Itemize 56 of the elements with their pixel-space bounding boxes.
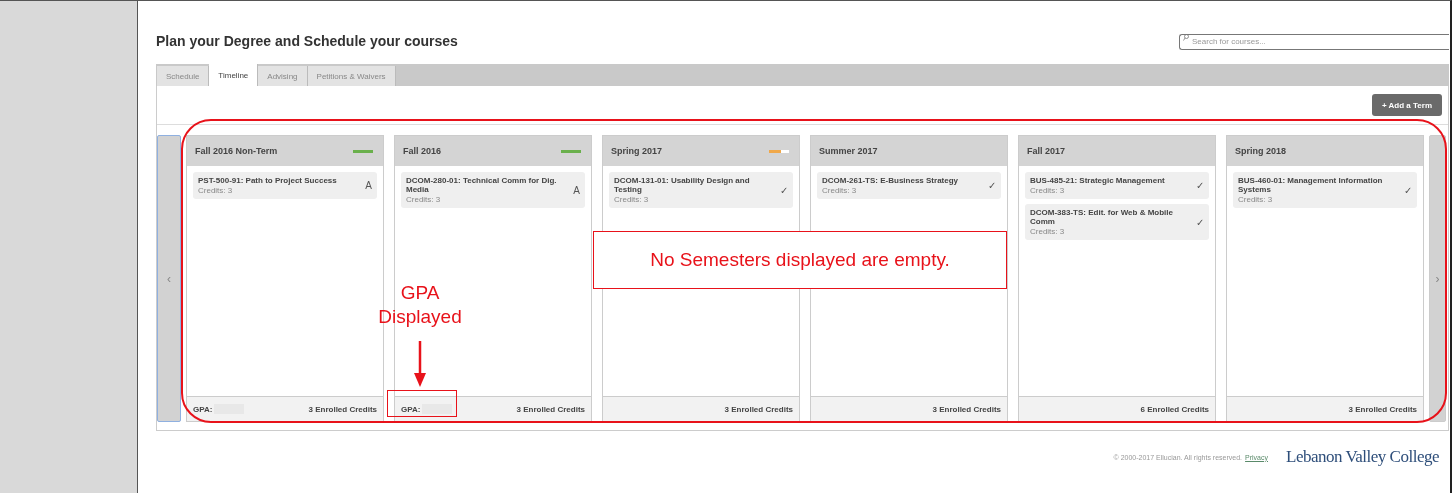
term-name: Summer 2017 xyxy=(819,146,878,156)
course-card[interactable]: BUS-485-21: Strategic Management Credits: 3 ✓ xyxy=(1025,172,1209,199)
gpa-label: GPA: xyxy=(401,404,421,414)
annotation-label: Displayed xyxy=(378,304,462,329)
term-name: Fall 2016 xyxy=(403,146,442,156)
course-credits: Credits: 3 xyxy=(1238,195,1274,204)
tab[interactable]: Timeline xyxy=(209,64,259,86)
term-name: Fall 2017 xyxy=(1027,146,1066,156)
search-icon xyxy=(1183,34,1189,41)
course-title: BUS-485-21: Strategic Management xyxy=(1030,176,1165,185)
enrolled-credits: 6 Enrolled Credits xyxy=(1140,404,1209,414)
course-credits: Credits: 3 xyxy=(614,195,650,204)
annotation-box xyxy=(387,390,457,417)
annotation-note: No Semesters displayed are empty. xyxy=(593,231,1007,289)
course-title: BUS-460-01: Management Information Systems xyxy=(1238,176,1384,194)
course-credits: Credits: 3 xyxy=(198,186,234,195)
course-mark: A xyxy=(573,184,580,196)
course-card[interactable]: BUS-460-01: Management Information Systems Credits: 3 ✓ xyxy=(1233,172,1417,208)
course-card[interactable]: DCOM-261-TS: E-Business Strategy Credits: 3 ✓ xyxy=(817,172,1001,199)
course-mark: ✓ xyxy=(1404,184,1412,196)
enrolled-credits: 3 Enrolled Credits xyxy=(308,404,377,414)
course-title: DCOM-131-01: Usability Design and Testing xyxy=(614,176,751,194)
course-card[interactable]: DCOM-280-01: Technical Comm for Dig. Media Credits: 3 A xyxy=(401,172,585,208)
course-mark: ✓ xyxy=(988,180,996,191)
term-name: Fall 2016 Non-Term xyxy=(195,146,278,156)
course-title: DCOM-261-TS: E-Business Strategy xyxy=(822,176,959,185)
enrolled-credits: 3 Enrolled Credits xyxy=(1348,404,1417,414)
course-mark: A xyxy=(365,180,372,191)
course-card[interactable]: DCOM-383-TS: Edit. for Web & Mobile Comm Credits: 3 ✓ xyxy=(1025,204,1209,240)
course-card[interactable]: DCOM-131-01: Usability Design and Testing Credits: 3 ✓ xyxy=(609,172,793,208)
course-title: DCOM-280-01: Technical Comm for Dig. Media xyxy=(406,176,558,194)
course-credits: Credits: 3 xyxy=(1030,227,1066,236)
progress-bar xyxy=(769,149,789,153)
course-title: DCOM-383-TS: Edit. for Web & Mobile Comm xyxy=(1030,208,1174,226)
course-mark: ✓ xyxy=(1196,216,1204,228)
course-title: PST-500-91: Path to Project Success xyxy=(198,176,337,185)
search-field[interactable]: Search for courses... xyxy=(1179,33,1449,50)
course-credits: Credits: 3 xyxy=(822,186,858,195)
annotation-label: GPA xyxy=(400,281,440,305)
course-credits: Credits: 3 xyxy=(1030,186,1066,195)
term-name: Spring 2017 xyxy=(611,146,663,156)
page-title: Plan your Degree and Schedule your courses xyxy=(156,33,458,49)
term-name: Spring 2018 xyxy=(1235,146,1287,156)
course-mark: ✓ xyxy=(1196,180,1204,191)
enrolled-credits: 3 Enrolled Credits xyxy=(932,404,1001,414)
course-card[interactable]: PST-500-91: Path to Project Success Credits: 3 A xyxy=(193,172,377,199)
progress-bar xyxy=(561,149,581,153)
enrolled-credits: 3 Enrolled Credits xyxy=(516,404,585,414)
gpa-label: GPA: xyxy=(193,404,213,414)
add-term-button[interactable]: + Add a Term xyxy=(1372,94,1442,116)
course-mark: ✓ xyxy=(780,184,788,196)
progress-bar xyxy=(353,149,373,153)
annotation-arrow xyxy=(414,341,426,387)
enrolled-credits: 3 Enrolled Credits xyxy=(724,404,793,414)
course-credits: Credits: 3 xyxy=(406,195,442,204)
college-logo: Lebanon Valley College xyxy=(1286,447,1439,467)
